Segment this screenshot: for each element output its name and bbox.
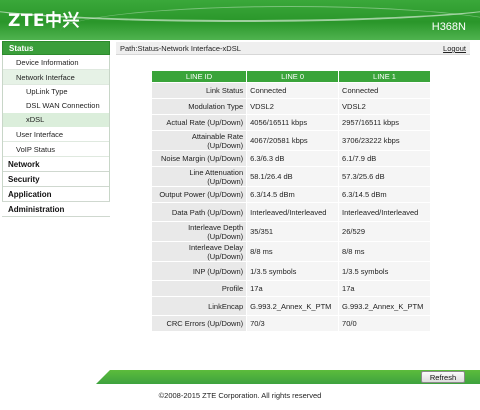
sidebar-item-user-interface[interactable]: User Interface xyxy=(2,127,110,142)
copyright-text: ©2008-2015 ZTE Corporation. All rights r… xyxy=(158,391,322,400)
path-bar: Path:Status-Network Interface-xDSL Logou… xyxy=(116,42,470,55)
logout-link[interactable]: Logout xyxy=(443,44,466,53)
line0-value: 6.3/14.5 dBm xyxy=(246,186,340,203)
line1-value: 8/8 ms xyxy=(338,241,431,262)
header-banner: ZTE中兴 H368N xyxy=(0,0,480,40)
line1-value: 1/3.5 symbols xyxy=(338,261,431,281)
line0-value: 6.3/6.3 dB xyxy=(246,150,340,167)
table-row: Output Power (Up/Down) 6.3/14.5 dBm 6.3/… xyxy=(150,186,431,203)
table-row: Profile 17a 17a xyxy=(150,280,431,297)
sidebar-item-security[interactable]: Security xyxy=(2,172,110,187)
device-model: H368N xyxy=(431,21,466,33)
row-label: LinkEncap xyxy=(150,296,248,316)
table-row: Interleave Delay (Up/Down) 8/8 ms 8/8 ms xyxy=(150,241,431,262)
sidebar-item-status[interactable]: Status xyxy=(2,41,110,55)
line0-value: Connected xyxy=(246,82,340,99)
line1-value: 57.3/25.6 dB xyxy=(338,166,431,187)
row-label: Interleave Depth (Up/Down) xyxy=(150,221,248,242)
page: ZTE中兴 H368N Status Device Information Ne… xyxy=(0,0,480,410)
row-label: Line Attenuation (Up/Down) xyxy=(150,166,248,187)
line0-value: Interleaved/Interleaved xyxy=(246,202,340,222)
row-label: Link Status xyxy=(150,82,248,99)
row-label: CRC Errors (Up/Down) xyxy=(150,315,248,332)
column-header-line-id: LINE ID xyxy=(150,70,248,83)
sidebar-item-dsl-wan-connection[interactable]: DSL WAN Connection xyxy=(2,99,110,113)
line0-value: G.993.2_Annex_K_PTM xyxy=(246,296,340,316)
line1-value: 17a xyxy=(338,280,431,297)
table-row: Attainable Rate (Up/Down) 4067/20581 kbp… xyxy=(150,130,431,151)
line0-value: 8/8 ms xyxy=(246,241,340,262)
line0-value: 17a xyxy=(246,280,340,297)
line0-value: 70/3 xyxy=(246,315,340,332)
line1-value: G.993.2_Annex_K_PTM xyxy=(338,296,431,316)
row-label: Actual Rate (Up/Down) xyxy=(150,114,248,131)
sidebar-item-network-interface[interactable]: Network Interface xyxy=(2,70,110,85)
table-row: CRC Errors (Up/Down) 70/3 70/0 xyxy=(150,315,431,332)
sidebar-item-network[interactable]: Network xyxy=(2,157,110,172)
table-row: Noise Margin (Up/Down) 6.3/6.3 dB 6.1/7.… xyxy=(150,150,431,167)
line1-value: 26/529 xyxy=(338,221,431,242)
line0-value: 4056/16511 kbps xyxy=(246,114,340,131)
row-label: Interleave Delay (Up/Down) xyxy=(150,241,248,262)
row-label: Attainable Rate (Up/Down) xyxy=(150,130,248,151)
line1-value: Connected xyxy=(338,82,431,99)
sidebar-item-xdsl[interactable]: xDSL xyxy=(2,113,110,127)
line1-value: 2957/16511 kbps xyxy=(338,114,431,131)
row-label: Data Path (Up/Down) xyxy=(150,202,248,222)
table-row: Line Attenuation (Up/Down) 58.1/26.4 dB … xyxy=(150,166,431,187)
line1-value: 70/0 xyxy=(338,315,431,332)
table-row: INP (Up/Down) 1/3.5 symbols 1/3.5 symbol… xyxy=(150,261,431,281)
xdsl-status-table: LINE ID LINE 0 LINE 1 Link Status Connec… xyxy=(150,70,431,332)
sidebar: Status Device Information Network Interf… xyxy=(2,41,110,217)
line1-value: Interleaved/Interleaved xyxy=(338,202,431,222)
line0-value: 58.1/26.4 dB xyxy=(246,166,340,187)
line1-value: 3706/23222 kbps xyxy=(338,130,431,151)
row-label: Modulation Type xyxy=(150,98,248,115)
row-label: Profile xyxy=(150,280,248,297)
row-label: Noise Margin (Up/Down) xyxy=(150,150,248,167)
line0-value: 4067/20581 kbps xyxy=(246,130,340,151)
table-row: Data Path (Up/Down) Interleaved/Interlea… xyxy=(150,202,431,222)
line1-value: VDSL2 xyxy=(338,98,431,115)
line0-value: VDSL2 xyxy=(246,98,340,115)
row-label: Output Power (Up/Down) xyxy=(150,186,248,203)
table-row: Actual Rate (Up/Down) 4056/16511 kbps 29… xyxy=(150,114,431,131)
table-row: Modulation Type VDSL2 VDSL2 xyxy=(150,98,431,115)
sidebar-item-device-information[interactable]: Device Information xyxy=(2,55,110,70)
breadcrumb: Path:Status-Network Interface-xDSL xyxy=(120,44,241,53)
sidebar-item-uplink-type[interactable]: UpLink Type xyxy=(2,85,110,99)
column-header-line-1: LINE 1 xyxy=(338,70,431,83)
line1-value: 6.3/14.5 dBm xyxy=(338,186,431,203)
table-header-row: LINE ID LINE 0 LINE 1 xyxy=(150,70,431,83)
refresh-button[interactable]: Refresh xyxy=(421,371,465,383)
line1-value: 6.1/7.9 dB xyxy=(338,150,431,167)
table-row: LinkEncap G.993.2_Annex_K_PTM G.993.2_An… xyxy=(150,296,431,316)
table-row: Interleave Depth (Up/Down) 35/351 26/529 xyxy=(150,221,431,242)
table-row: Link Status Connected Connected xyxy=(150,82,431,99)
zte-logo: ZTE中兴 xyxy=(8,11,81,31)
sidebar-item-voip-status[interactable]: VoIP Status xyxy=(2,142,110,157)
line0-value: 1/3.5 symbols xyxy=(246,261,340,281)
row-label: INP (Up/Down) xyxy=(150,261,248,281)
sidebar-item-application[interactable]: Application xyxy=(2,187,110,202)
line0-value: 35/351 xyxy=(246,221,340,242)
sidebar-item-administration[interactable]: Administration xyxy=(2,202,110,217)
column-header-line-0: LINE 0 xyxy=(246,70,340,83)
